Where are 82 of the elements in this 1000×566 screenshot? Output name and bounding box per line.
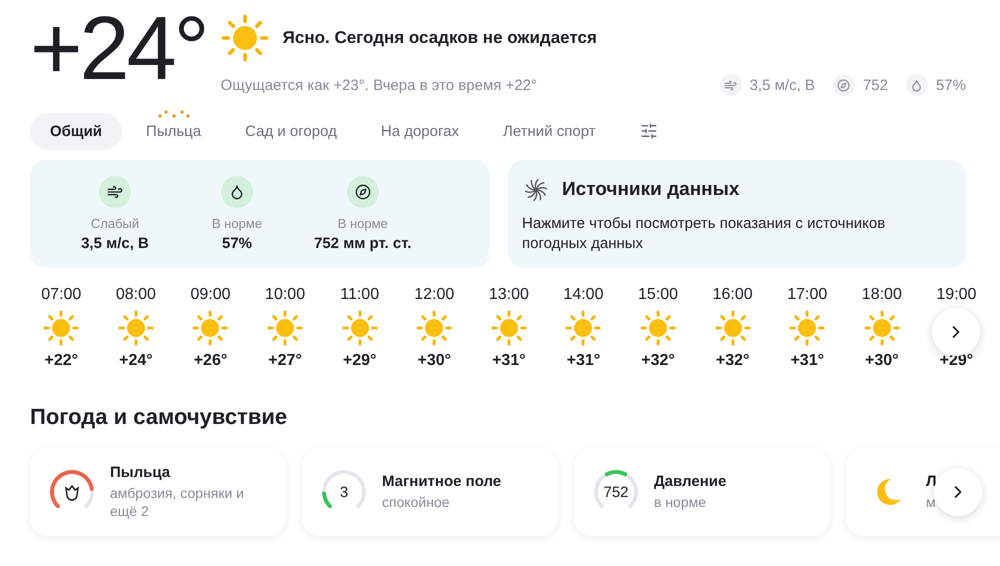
detail-status: Слабый (90, 216, 140, 231)
wellbeing-card[interactable]: Пыльца амброзия, сорняки и ещё 2 (30, 448, 286, 536)
hour-temperature: +29° (342, 352, 376, 370)
tab[interactable]: На дорогах (360, 112, 479, 150)
pressure-icon (832, 74, 855, 96)
hour-time: 15:00 (638, 286, 678, 304)
sun-icon (864, 310, 900, 346)
hour-time: 10:00 (265, 286, 306, 304)
sun-icon (416, 310, 452, 346)
gauge-track (322, 470, 366, 508)
card-subtitle: в норме (654, 493, 708, 511)
pressure-icon (346, 176, 379, 208)
hour-temperature: +32° (716, 352, 750, 370)
tab[interactable]: Общий (30, 112, 122, 150)
hour-time: 17:00 (787, 286, 828, 304)
detail-value: 752 мм рт. ст. (314, 235, 412, 252)
wind-icon (99, 176, 131, 208)
tab[interactable]: Летний спорт (482, 112, 616, 150)
current-temperature: +24° (30, 4, 207, 94)
wellbeing-card[interactable]: 752 Давление в норме (574, 448, 830, 536)
hour-time: 07:00 (41, 286, 82, 304)
hour-temperature: +24° (119, 352, 153, 370)
metric-value: 57% (936, 76, 966, 94)
hour-time: 12:00 (414, 286, 454, 304)
sun-icon (342, 310, 378, 346)
hour-time: 13:00 (488, 286, 529, 304)
hour-temperature: +32° (641, 352, 675, 370)
sun-icon (490, 310, 527, 346)
card-title: Л (926, 473, 937, 490)
sun-icon (714, 310, 751, 346)
hour-temperature: +27° (268, 352, 302, 370)
section-title: Погода и самочувствие (30, 404, 288, 430)
hour-temperature: +31° (492, 352, 526, 370)
card-title: Магнитное поле (382, 473, 502, 490)
sun-icon (220, 14, 269, 62)
detail-status: В норме (212, 216, 262, 231)
sun-icon (789, 310, 826, 346)
sources-title: Источники данных (562, 179, 740, 201)
card-title: Давление (654, 473, 726, 490)
tab[interactable]: Сад и огород (225, 112, 357, 150)
sun-icon (267, 310, 304, 346)
sun-icon (43, 310, 80, 346)
sun-icon (640, 310, 676, 346)
sources-panel[interactable]: Источники данных Нажмите чтобы посмотреть показания с источников погодных данных (508, 160, 966, 268)
wind-icon (720, 74, 742, 96)
humidity-icon (221, 176, 253, 208)
metric-value: 752 (862, 76, 888, 94)
detail-value: 57% (222, 235, 252, 252)
feels-like-text: Ощущается как +23°. Вчера в это время +22° (220, 76, 537, 94)
metric-value: 3,5 м/с, В (750, 76, 815, 94)
detail-value: 3,5 м/с, В (81, 235, 149, 252)
card-title: Пыльца (110, 464, 172, 481)
sun-icon (118, 310, 154, 346)
humidity-icon (906, 74, 928, 96)
detail-status: В норме (338, 216, 388, 231)
hour-temperature: +30° (417, 352, 452, 370)
tab[interactable]: Пыльца (126, 112, 222, 150)
hour-time: 19:00 (936, 286, 976, 304)
wellbeing-card[interactable]: 3 Магнитное поле спокойное (302, 448, 558, 536)
sources-text: Нажмите чтобы посмотреть показания с источников погодных данных (522, 214, 886, 254)
hour-temperature: +31° (566, 352, 600, 370)
hour-time: 14:00 (563, 286, 604, 304)
gauge-value: 752 (603, 484, 629, 500)
card-subtitle: спокойное (382, 493, 451, 511)
hour-temperature: +26° (194, 352, 228, 370)
sun-icon (565, 310, 602, 346)
card-subtitle: м (926, 493, 937, 511)
hour-temperature: +22° (44, 352, 78, 370)
hour-time: 11:00 (340, 286, 380, 304)
hour-time: 09:00 (190, 286, 230, 304)
hour-time: 08:00 (116, 286, 156, 304)
hour-time: 18:00 (862, 286, 902, 304)
condition-text: Ясно. Сегодня осадков не ожидается (282, 28, 597, 48)
card-subtitle: амброзия, сорняки и ещё 2 (110, 484, 245, 520)
hour-temperature: +30° (865, 352, 899, 370)
dots-icon (158, 108, 190, 118)
hour-time: 16:00 (712, 286, 753, 304)
sun-icon (192, 310, 228, 346)
swirl-icon (522, 176, 550, 204)
hour-temperature: +31° (790, 352, 824, 370)
flower-icon (62, 482, 82, 502)
gauge-value: 3 (340, 484, 348, 500)
